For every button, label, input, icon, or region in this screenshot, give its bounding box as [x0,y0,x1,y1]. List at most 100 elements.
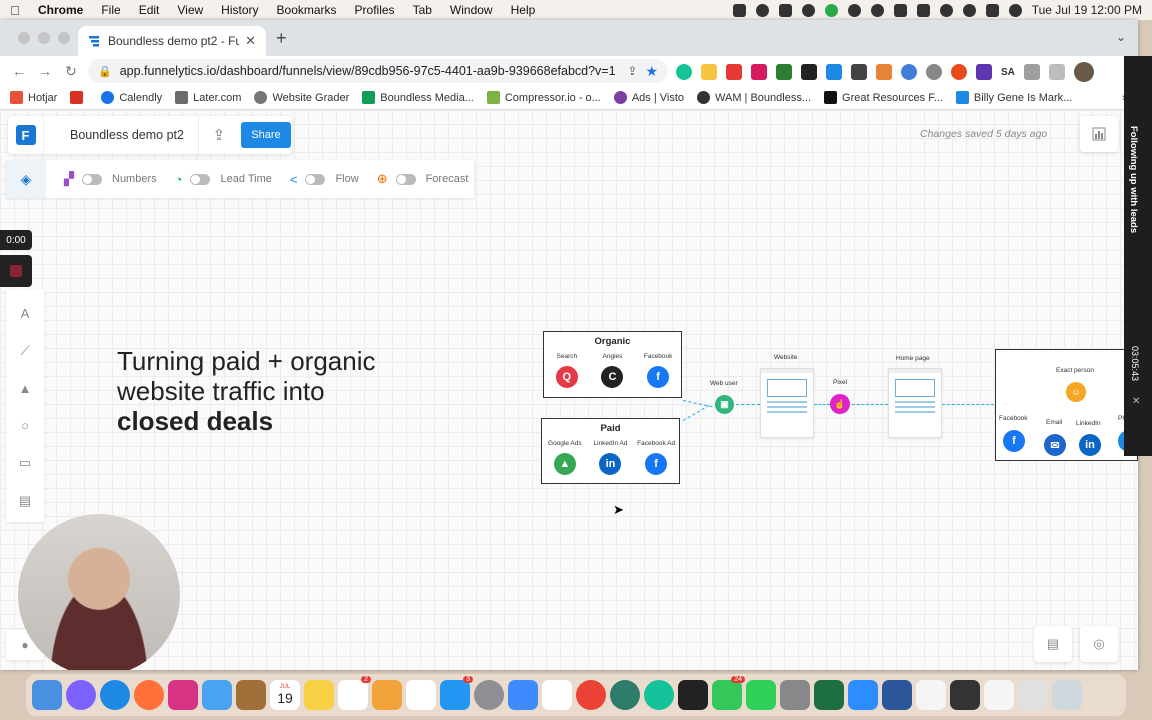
siri-dock-icon[interactable] [66,680,96,710]
bookmark-item[interactable] [70,91,88,104]
profile-avatar[interactable] [1073,62,1094,82]
screen-sharing-icon[interactable] [780,680,810,710]
grammarly-icon[interactable] [824,3,838,17]
apple-icon[interactable]:  [10,3,24,18]
extension-red-icon[interactable] [726,64,742,80]
settings-tray-icon[interactable] [755,3,769,17]
downloads-stack-icon[interactable] [1018,680,1048,710]
menu-tab[interactable]: Tab [413,3,432,17]
source-search[interactable]: Search Q [547,353,587,388]
app-tray-icon[interactable] [778,3,792,17]
file-stack-icon[interactable] [984,680,1014,710]
address-bar[interactable]: 🔒 app.funnelytics.io/dashboard/funnels/v… [88,59,668,83]
side-panel-icon[interactable] [1048,64,1065,80]
bookmark-item[interactable]: WAM | Boundless... [697,91,811,104]
source-linkedin-ad[interactable]: LinkedIn Ad in [590,440,630,475]
bookmark-item[interactable]: Billy Gene Is Mark... [955,91,1072,104]
export-icon[interactable]: ⇪ [199,126,239,144]
spotlight-search-icon[interactable] [962,3,976,17]
news-icon[interactable] [406,680,436,710]
lead-time-toggle[interactable] [190,173,211,185]
contacts-icon[interactable] [236,680,266,710]
tab-close-icon[interactable]: ✕ [245,33,256,49]
circle-tool-icon[interactable]: ○ [21,418,29,433]
bookmark-item[interactable]: Compressor.io - o... [486,91,601,104]
extension-yellow-icon[interactable] [701,64,717,80]
close-panel-icon[interactable]: ✕ [1132,396,1140,407]
safari-icon[interactable] [100,680,130,710]
help-button[interactable]: ◎ [1080,626,1118,662]
share-page-icon[interactable]: ⇪ [627,64,637,78]
menu-bookmarks[interactable]: Bookmarks [277,3,337,17]
close-window-button[interactable] [18,32,30,44]
reload-icon[interactable]: ↻ [60,63,82,80]
bookmark-item[interactable]: Calendly [101,91,162,104]
wifi-icon[interactable] [939,3,953,17]
source-google-ads[interactable]: Google Ads ▲ [545,440,585,475]
flow-toggle[interactable] [305,173,326,185]
launchpad-icon[interactable] [168,680,198,710]
minimize-window-button[interactable] [38,32,50,44]
stop-recording-button[interactable] [0,255,32,287]
zoom-window-button[interactable] [58,32,70,44]
address-url[interactable]: app.funnelytics.io/dashboard/funnels/vie… [120,64,622,78]
extension-q-icon[interactable] [826,64,842,80]
messages-icon[interactable]: 24 [712,676,745,710]
layers-icon[interactable]: ◈ [6,160,46,198]
control-center-icon[interactable] [985,3,999,17]
share-button[interactable]: Share [240,122,291,148]
play-icon[interactable] [870,3,884,17]
forecast-toggle-group[interactable]: ⊕ Forecast [377,171,469,187]
notes-icon[interactable] [304,680,334,710]
funnelytics-logo[interactable]: F [8,116,44,154]
menu-profiles[interactable]: Profiles [355,3,395,17]
image-tool-icon[interactable]: ▭ [19,455,31,471]
battery-icon[interactable] [916,3,930,17]
bookmark-item[interactable]: Great Resources F... [824,91,943,104]
home-page-node[interactable] [888,368,942,438]
forecast-toggle[interactable] [395,173,416,185]
project-name[interactable]: Boundless demo pt2 [44,116,199,154]
funnel-canvas[interactable]: F Boundless demo pt2 ⇪ Share Changes sav… [0,110,1138,670]
bookmark-star-icon[interactable]: ★ [645,63,658,80]
menu-edit[interactable]: Edit [139,3,160,17]
activity-monitor-icon[interactable] [678,680,708,710]
menu-file[interactable]: File [101,3,120,17]
email-channel-icon[interactable]: ✉ [1044,434,1066,456]
screenshot-stack-icon[interactable] [950,680,980,710]
calendar-icon[interactable]: JUL 19 [270,680,300,710]
tab-search-chevron-icon[interactable]: ⌄ [1116,30,1126,44]
profile-initials[interactable]: SA [1001,67,1015,78]
text-tool-icon[interactable]: A [21,306,30,321]
bluetooth-icon[interactable] [893,3,907,17]
bookmark-item[interactable]: Boundless Media... [362,91,474,104]
web-user-node-icon[interactable]: ▣ [715,395,734,414]
numbers-app-icon[interactable] [746,680,776,710]
chrome-dock-icon[interactable] [576,680,606,710]
lead-time-toggle-group[interactable]: ◔ Lead Time [175,172,272,187]
nordvpn-icon[interactable] [801,3,815,17]
numbers-toggle-group[interactable]: ▞ Numbers [64,171,157,187]
tick-app-icon[interactable] [644,680,674,710]
website-page-node[interactable] [760,368,814,438]
word-icon[interactable] [882,680,912,710]
pages-icon[interactable] [372,680,402,710]
trash-icon[interactable] [1052,680,1082,710]
numbers-toggle[interactable] [82,173,102,185]
firefox-icon[interactable] [134,680,164,710]
menu-history[interactable]: History [221,3,258,17]
extension-a-icon[interactable] [801,64,817,80]
reminders-icon[interactable]: 2 [338,676,371,710]
analytics-button[interactable] [1080,116,1118,152]
mountain-tool-icon[interactable]: ▲ [19,381,32,396]
linkedin-channel-icon[interactable]: in [1079,434,1101,456]
extensions-puzzle-icon[interactable] [1023,64,1040,80]
source-angies[interactable]: Angies C [592,353,632,388]
browser-tab-active[interactable]: Boundless demo pt2 - Funnely ✕ [78,26,266,56]
bookmark-item[interactable]: Website Grader [254,91,349,104]
menu-help[interactable]: Help [511,3,536,17]
finder-icon[interactable] [32,680,62,710]
siri-icon[interactable] [1008,3,1022,17]
lock-icon[interactable]: 🔒 [98,65,112,78]
facebook-channel-icon[interactable]: f [1003,430,1025,452]
